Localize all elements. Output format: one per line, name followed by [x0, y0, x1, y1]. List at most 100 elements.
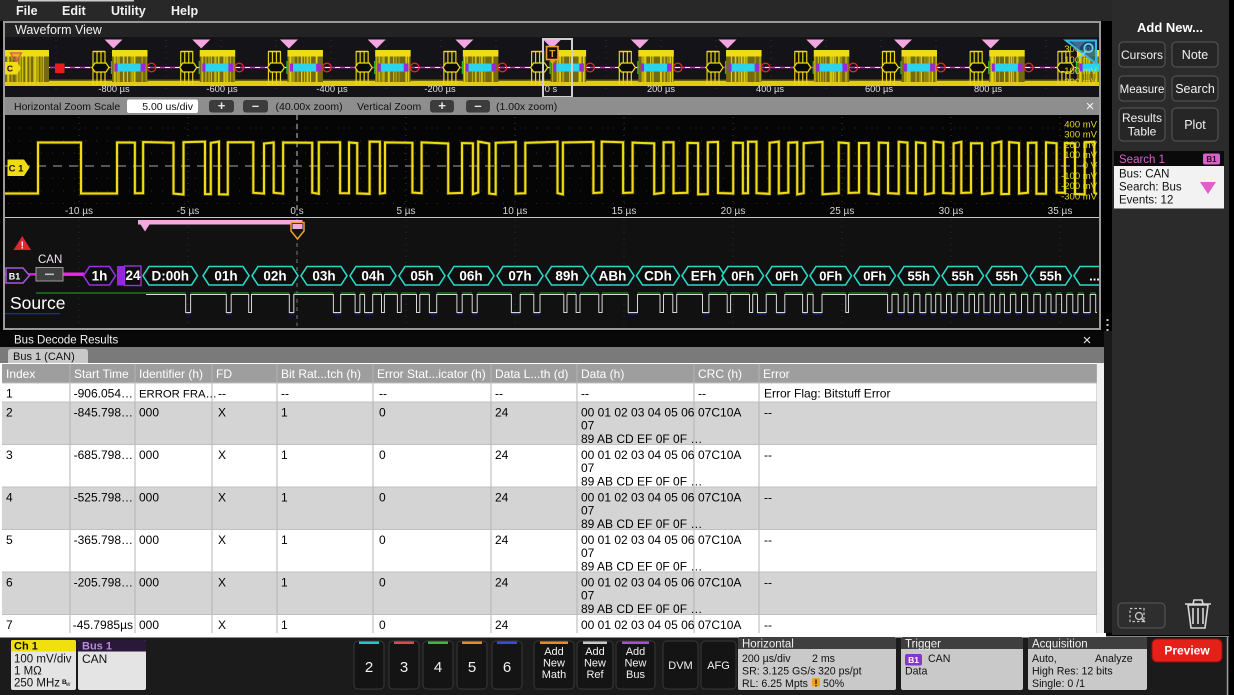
- svg-text:--: --: [218, 387, 226, 401]
- svg-text:Add: Add: [585, 646, 605, 658]
- svg-text:--: --: [495, 387, 503, 401]
- svg-text:CDh: CDh: [644, 268, 672, 283]
- svg-text:1: 1: [281, 406, 288, 420]
- svg-text:Measure: Measure: [1120, 84, 1165, 96]
- svg-text:07: 07: [581, 461, 595, 475]
- svg-text:800 µs: 800 µs: [974, 84, 1002, 94]
- svg-text:File: File: [16, 4, 38, 18]
- svg-text:6: 6: [503, 659, 511, 676]
- svg-text:Error: Error: [763, 367, 790, 381]
- svg-text:200 µs: 200 µs: [647, 84, 675, 94]
- svg-text:X: X: [218, 448, 226, 462]
- svg-text:320 ps/pt: 320 ps/pt: [818, 666, 862, 678]
- svg-text:07C10A: 07C10A: [698, 448, 741, 462]
- svg-text:3: 3: [400, 659, 408, 676]
- svg-text:-205.798…: -205.798…: [74, 576, 133, 590]
- svg-text:w: w: [65, 682, 71, 688]
- svg-text:2: 2: [6, 406, 13, 420]
- svg-text:Acquisition: Acquisition: [1032, 639, 1088, 651]
- svg-text:Plot: Plot: [1184, 118, 1206, 132]
- svg-text:Bus Decode Results: Bus Decode Results: [14, 335, 118, 347]
- svg-text:...: ...: [1089, 268, 1100, 283]
- svg-text:89 AB CD EF 0F 0F …: 89 AB CD EF 0F 0F …: [581, 432, 702, 446]
- svg-text:-100 mV: -100 mV: [1061, 66, 1098, 77]
- svg-text:7: 7: [6, 618, 13, 632]
- svg-text:+: +: [218, 98, 226, 113]
- svg-text:-5 µs: -5 µs: [177, 206, 199, 217]
- svg-text:000: 000: [139, 448, 159, 462]
- svg-text:00 01 02 03 04 05 06: 00 01 02 03 04 05 06: [581, 618, 695, 632]
- svg-text:0: 0: [379, 448, 386, 462]
- svg-text:Search: Search: [1175, 82, 1215, 96]
- svg-text:00 01 02 03 04 05 06: 00 01 02 03 04 05 06: [581, 406, 695, 420]
- svg-text:0 s: 0 s: [290, 206, 303, 217]
- svg-text:50%: 50%: [823, 678, 845, 690]
- svg-text:Add New...: Add New...: [1137, 20, 1203, 35]
- svg-text:1: 1: [281, 533, 288, 547]
- svg-text:CAN: CAN: [928, 653, 950, 665]
- svg-text:Table: Table: [1128, 125, 1157, 139]
- svg-text:200 µs/div: 200 µs/div: [742, 653, 791, 665]
- svg-text:Add: Add: [544, 646, 564, 658]
- svg-text:×: ×: [1086, 98, 1095, 115]
- svg-text:Events: 12: Events: 12: [1119, 195, 1173, 207]
- svg-text:89 AB CD EF 0F 0F …: 89 AB CD EF 0F 0F …: [581, 517, 702, 531]
- svg-text:Index: Index: [6, 367, 35, 381]
- svg-text:-365.798…: -365.798…: [74, 533, 133, 547]
- svg-text:-200 µs: -200 µs: [424, 84, 456, 94]
- svg-text:24: 24: [495, 618, 509, 632]
- svg-text:07: 07: [581, 589, 595, 603]
- svg-text:-906.054…: -906.054…: [74, 387, 133, 401]
- svg-text:--: --: [764, 533, 772, 547]
- svg-text:Edit: Edit: [62, 4, 86, 18]
- svg-text:Add: Add: [626, 646, 646, 658]
- svg-text:100 mV/div: 100 mV/div: [14, 654, 72, 666]
- svg-text:Horizontal: Horizontal: [742, 639, 794, 651]
- svg-text:AFG: AFG: [707, 660, 730, 672]
- svg-text:--: --: [281, 387, 289, 401]
- svg-text:24: 24: [495, 533, 509, 547]
- svg-text:250 MHz: 250 MHz: [14, 678, 60, 690]
- svg-text:02h: 02h: [263, 268, 286, 283]
- svg-text:1: 1: [281, 618, 288, 632]
- svg-text:--: --: [379, 387, 387, 401]
- svg-text:000: 000: [139, 576, 159, 590]
- svg-text:(1.00x zoom): (1.00x zoom): [496, 101, 557, 113]
- svg-text:0: 0: [379, 491, 386, 505]
- svg-text:+: +: [438, 98, 446, 113]
- svg-text:X: X: [218, 533, 226, 547]
- svg-text:!: !: [21, 241, 24, 252]
- svg-text:05h: 05h: [410, 268, 433, 283]
- svg-text:24: 24: [495, 576, 509, 590]
- svg-text:--: --: [698, 387, 706, 401]
- svg-text:D:00h: D:00h: [151, 268, 189, 283]
- svg-text:New: New: [543, 658, 565, 670]
- svg-text:5 µs: 5 µs: [396, 206, 415, 217]
- svg-text:89 AB CD EF 0F 0F …: 89 AB CD EF 0F 0F …: [581, 474, 702, 488]
- svg-text:X: X: [218, 618, 226, 632]
- svg-text:6: 6: [6, 576, 13, 590]
- svg-text:ERROR FRA…: ERROR FRA…: [139, 389, 217, 401]
- svg-text:Data L...th (d): Data L...th (d): [495, 367, 568, 381]
- svg-text:C 1: C 1: [9, 164, 25, 175]
- svg-text:X: X: [218, 491, 226, 505]
- svg-text:-300 mV: -300 mV: [1061, 191, 1098, 202]
- svg-text:RL: 6.25 Mpts: RL: 6.25 Mpts: [742, 678, 808, 690]
- svg-text:Search 1: Search 1: [1119, 154, 1165, 166]
- svg-text:Bus 1 (CAN): Bus 1 (CAN): [13, 351, 75, 363]
- svg-text:DVM: DVM: [668, 660, 692, 672]
- svg-text:000: 000: [139, 491, 159, 505]
- svg-text:55h: 55h: [908, 268, 930, 283]
- svg-text:Source: Source: [10, 293, 65, 313]
- svg-text:24: 24: [495, 406, 509, 420]
- svg-text:Bit Rat...tch (h): Bit Rat...tch (h): [281, 367, 361, 381]
- svg-text:Bus 1: Bus 1: [82, 641, 112, 653]
- svg-text:Identifier (h): Identifier (h): [139, 367, 203, 381]
- svg-text:0Fh: 0Fh: [731, 268, 754, 283]
- svg-text:Error Stat...icator (h): Error Stat...icator (h): [377, 367, 486, 381]
- svg-text:Waveform View: Waveform View: [15, 23, 103, 37]
- svg-text:1h: 1h: [92, 268, 108, 283]
- svg-text:--: --: [764, 448, 772, 462]
- svg-text:--: --: [764, 406, 772, 420]
- svg-text:B1: B1: [908, 655, 919, 665]
